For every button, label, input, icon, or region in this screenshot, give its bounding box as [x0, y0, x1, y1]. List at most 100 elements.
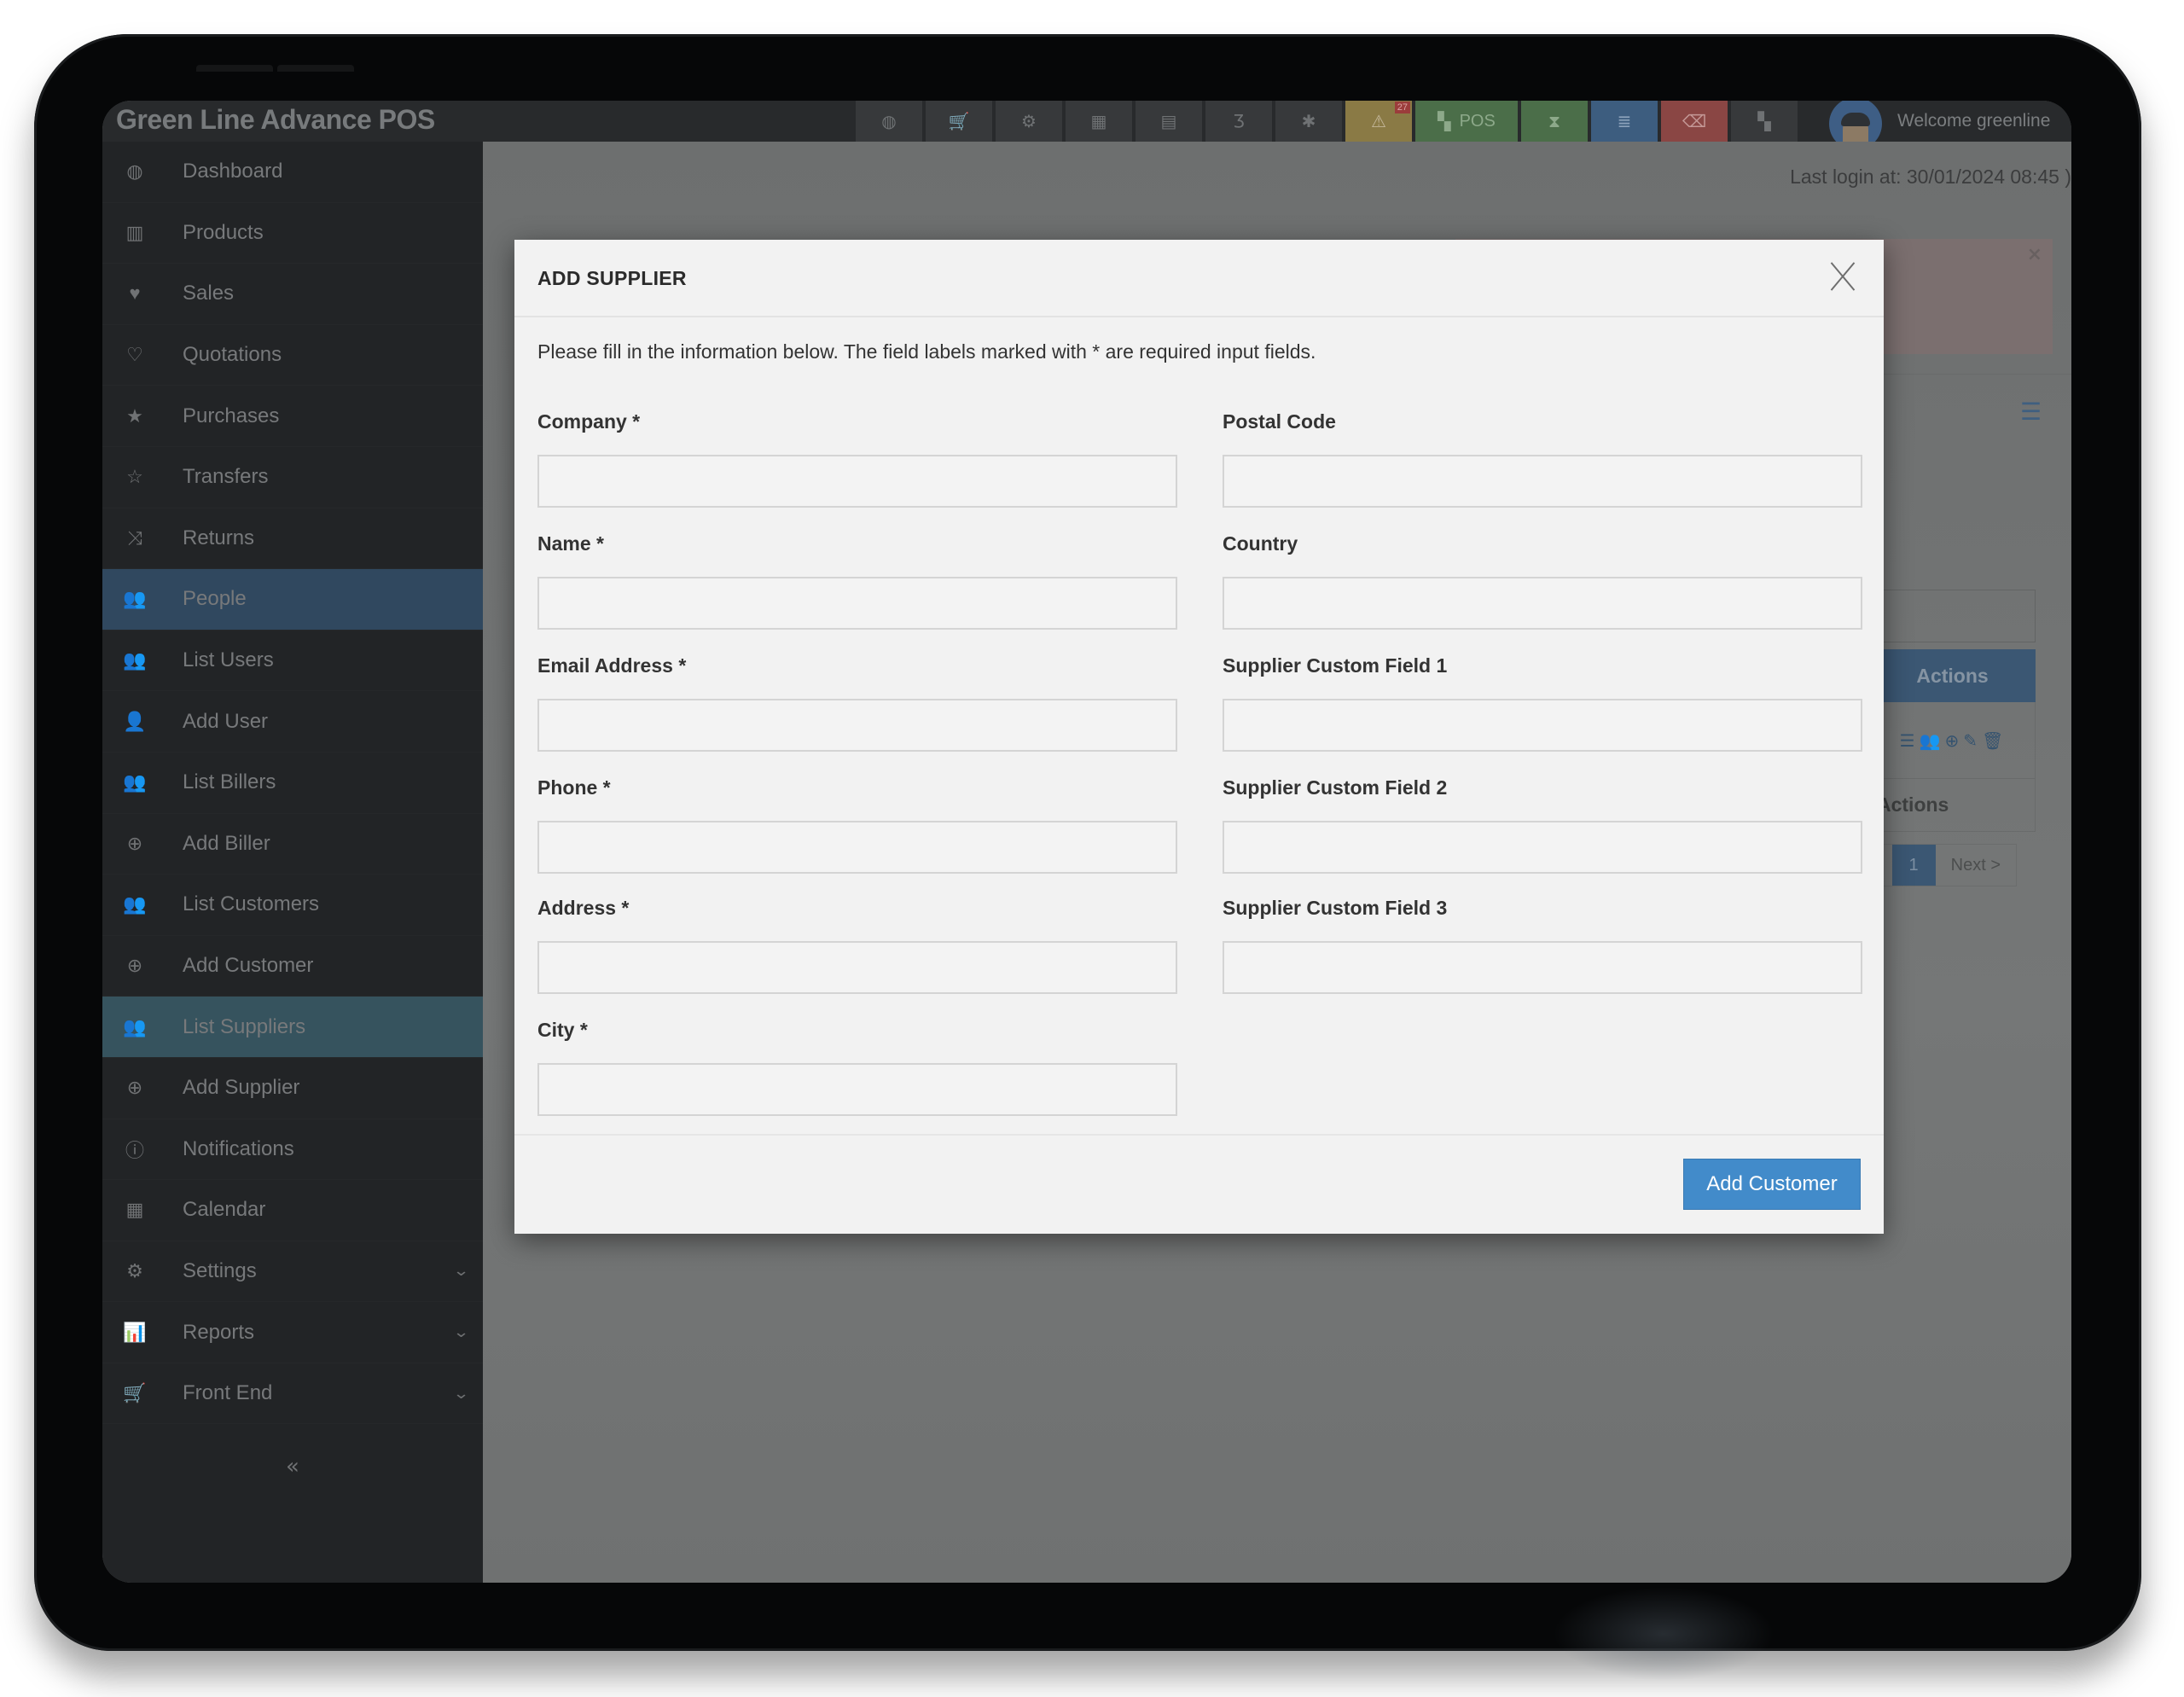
dashboard-button[interactable]: ◍	[856, 101, 922, 142]
sidebar-item-label: People	[183, 587, 247, 611]
sidebar-item-purchases[interactable]: ★ Purchases	[102, 386, 483, 447]
pos-label: POS	[1459, 111, 1496, 131]
city-label: City *	[537, 1019, 588, 1041]
users-icon: 👥	[123, 649, 147, 671]
address-input[interactable]	[537, 941, 1177, 994]
sidebar-item-add-biller[interactable]: ⊕ Add Biller	[102, 814, 483, 875]
postal-code-input[interactable]	[1223, 455, 1862, 508]
last-login-text: Last login at: 30/01/2024 08:45 )	[1790, 166, 2071, 188]
heart-outline-icon: ♡	[126, 344, 143, 366]
sidebar-item-label: Transfers	[183, 465, 269, 489]
column-toggle-icon[interactable]: ☰	[2020, 398, 2042, 426]
field-country: Country	[1223, 532, 1862, 630]
country-label: Country	[1223, 532, 1298, 555]
th-large-icon: ▚	[1438, 112, 1451, 131]
register-button[interactable]: ⧗	[1521, 101, 1588, 142]
sidebar-item-people[interactable]: 👥 People	[102, 569, 483, 631]
alert-close-icon[interactable]: ×	[2027, 244, 2042, 265]
country-input[interactable]	[1223, 577, 1862, 630]
apps-button[interactable]: ▚	[1731, 101, 1798, 142]
app-title[interactable]: Green Line Advance POS	[116, 104, 435, 136]
welcome-text: Welcome greenline	[1897, 111, 2051, 131]
close-icon[interactable]	[1827, 259, 1858, 293]
sidebar-item-label: Add Customer	[183, 954, 314, 978]
bar-chart-icon: 📊	[123, 1321, 147, 1343]
sidebar: ◍ Dashboard ▥ Products ♥ Sales ♡ Quotations ★ Pur…	[102, 142, 483, 1583]
supplier-custom-field-2-input[interactable]	[1223, 821, 1862, 874]
modal-header: ADD SUPPLIER	[514, 240, 1884, 317]
users-icon: 👥	[123, 771, 147, 793]
name-input[interactable]	[537, 577, 1177, 630]
sidebar-item-notifications[interactable]: ⓘ Notifications	[102, 1119, 483, 1181]
theme-button[interactable]: Ʒ	[1205, 101, 1272, 142]
sidebar-item-list-billers[interactable]: 👥 List Billers	[102, 753, 483, 814]
add-customer-button[interactable]: Add Customer	[1683, 1159, 1861, 1210]
calculator-icon: ▦	[1090, 111, 1107, 131]
sidebar-item-add-supplier[interactable]: ⊕ Add Supplier	[102, 1058, 483, 1119]
modal-footer-divider	[514, 1134, 1884, 1136]
plus-circle-icon: ⊕	[126, 955, 143, 977]
calendar-icon: ▤	[1160, 111, 1177, 131]
row-actions: ☰ 👥 ⊕ ✎ 🗑	[1868, 702, 2035, 778]
calendar-button[interactable]: ▤	[1136, 101, 1202, 142]
star-icon: ★	[126, 404, 143, 427]
user-menu[interactable]: Welcome greenline	[1815, 101, 2071, 150]
plus-circle-icon[interactable]: ⊕	[1944, 730, 1959, 751]
sidebar-item-label: Calendar	[183, 1198, 266, 1222]
phone-input[interactable]	[537, 821, 1177, 874]
postal-code-label: Postal Code	[1223, 410, 1336, 433]
sidebar-item-settings[interactable]: ⚙ Settings ⌄	[102, 1241, 483, 1303]
supplier-custom-field-3-input[interactable]	[1223, 941, 1862, 994]
field-name: Name *	[537, 532, 1177, 630]
phone-label: Phone *	[537, 776, 611, 799]
users-icon[interactable]: 👥	[1920, 730, 1941, 751]
email-address-input[interactable]	[537, 699, 1177, 752]
city-input[interactable]	[537, 1063, 1177, 1116]
sidebar-item-transfers[interactable]: ☆ Transfers	[102, 447, 483, 509]
clear-cache-button[interactable]: ⌫	[1661, 101, 1728, 142]
pos-button[interactable]: ▚ POS	[1415, 101, 1518, 142]
sidebar-item-quotations[interactable]: ♡ Quotations	[102, 325, 483, 386]
eraser-icon: ⌫	[1682, 111, 1707, 131]
sidebar-item-returns[interactable]: ⤨ Returns	[102, 509, 483, 570]
users-icon: 👥	[123, 893, 147, 915]
sidebar-item-label: Notifications	[183, 1136, 294, 1160]
list-button[interactable]: ≣	[1591, 101, 1658, 142]
sidebar-item-label: List Suppliers	[183, 1014, 306, 1038]
cogs-icon: ⚙	[1021, 111, 1037, 131]
sidebar-item-list-customers[interactable]: 👥 List Customers	[102, 875, 483, 936]
barcode-icon: ▥	[125, 221, 144, 243]
field-supplier-custom-field-1: Supplier Custom Field 1	[1223, 654, 1862, 752]
company-input[interactable]	[537, 455, 1177, 508]
sidebar-item-add-customer[interactable]: ⊕ Add Customer	[102, 936, 483, 997]
trash-icon[interactable]: 🗑	[1982, 730, 2003, 751]
email-address-label: Email Address *	[537, 654, 687, 677]
pagination-next[interactable]: Next >	[1936, 845, 2016, 886]
address-label: Address *	[537, 897, 630, 919]
settings-button[interactable]: ⚙	[996, 101, 1062, 142]
sidebar-item-reports[interactable]: 📊 Reports ⌄	[102, 1302, 483, 1363]
sidebar-item-calendar[interactable]: ▦ Calendar	[102, 1180, 483, 1241]
sidebar-item-front-end[interactable]: 🛒 Front End ⌄	[102, 1363, 483, 1425]
sidebar-item-add-user[interactable]: 👤 Add User	[102, 691, 483, 753]
sidebar-item-list-suppliers[interactable]: 👥 List Suppliers	[102, 997, 483, 1058]
edit-icon[interactable]: ✎	[1963, 730, 1978, 751]
supplier-custom-field-1-input[interactable]	[1223, 699, 1862, 752]
name-label: Name *	[537, 532, 604, 555]
sidebar-item-dashboard[interactable]: ◍ Dashboard	[102, 142, 483, 203]
list-icon[interactable]: ☰	[1900, 730, 1915, 751]
sidebar-item-sales[interactable]: ♥ Sales	[102, 264, 483, 325]
alerts-button[interactable]: ⚠ 27	[1345, 101, 1412, 142]
language-button[interactable]: ✱	[1275, 101, 1342, 142]
chevron-down-icon: ⌄	[452, 1384, 470, 1402]
collapse-sidebar-button[interactable]: «	[102, 1454, 483, 1479]
supplier-custom-field-3-label: Supplier Custom Field 3	[1223, 897, 1448, 919]
shop-button[interactable]: 🛒	[926, 101, 992, 142]
column-header-actions: Actions	[1916, 664, 1989, 687]
sidebar-item-label: Reports	[183, 1320, 255, 1344]
sidebar-item-list-users[interactable]: 👥 List Users	[102, 631, 483, 692]
device-volume-button	[196, 65, 273, 72]
calculator-button[interactable]: ▦	[1066, 101, 1132, 142]
sidebar-item-products[interactable]: ▥ Products	[102, 203, 483, 264]
pagination-current-page[interactable]: 1	[1891, 845, 1936, 886]
